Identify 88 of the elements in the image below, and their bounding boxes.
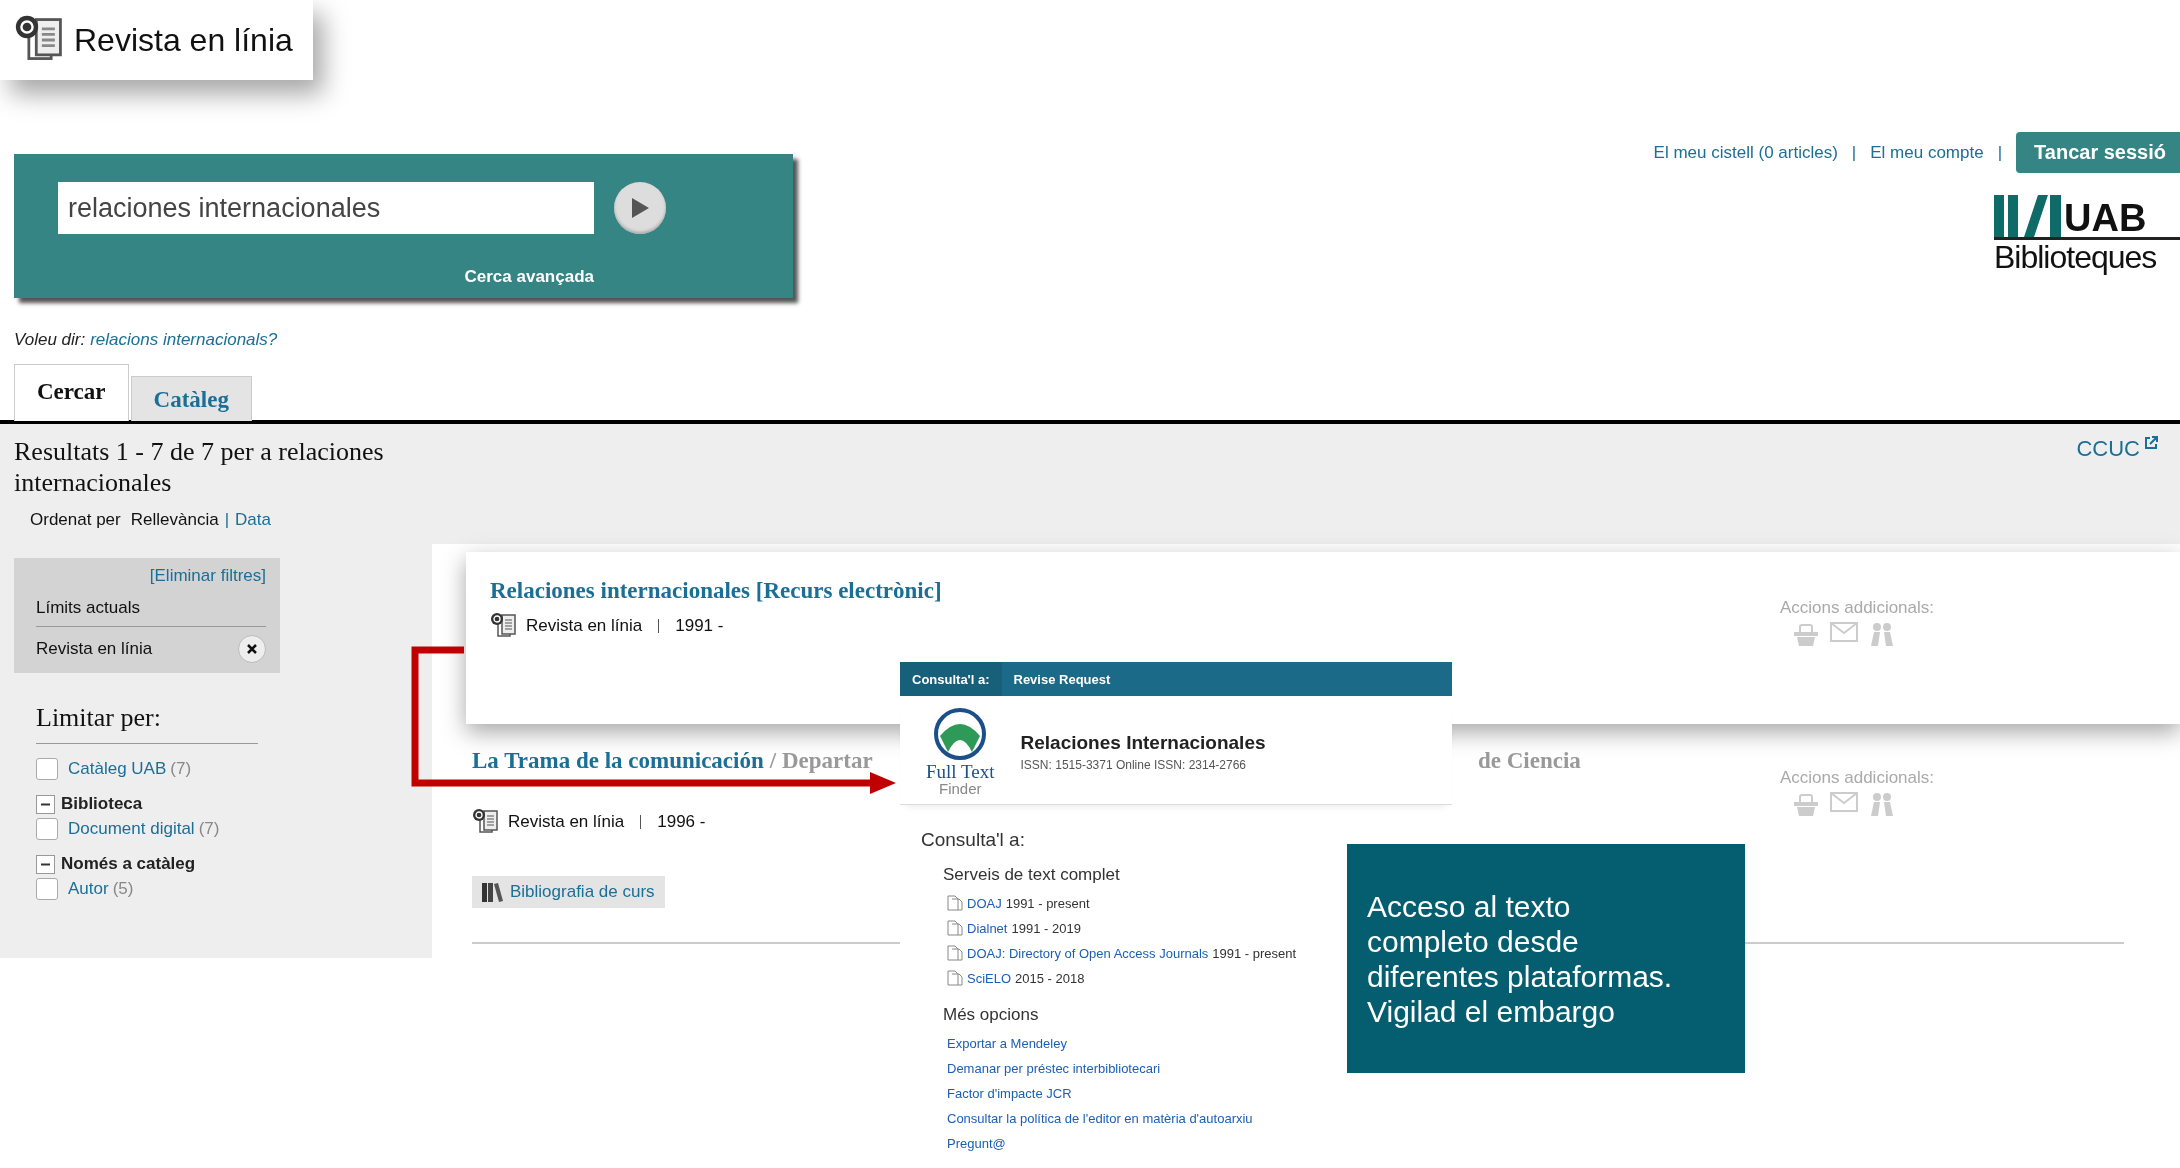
envelope-icon[interactable] (1830, 792, 1858, 812)
play-icon (629, 196, 651, 220)
date-label: 1996 - (657, 812, 706, 832)
envelope-icon[interactable] (1830, 622, 1858, 642)
separator: | (224, 510, 230, 530)
format-label: Revista en línia (526, 616, 643, 636)
option-link[interactable]: Exportar a Mendeley (947, 1036, 1067, 1051)
coverage-range: 2015 - 2018 (1015, 970, 1085, 986)
search-field[interactable]: relaciones internacionales (58, 182, 594, 234)
facet-count: (7) (170, 759, 192, 779)
coverage-range: 1991 - present (1005, 895, 1090, 911)
result-author: de Ciencia (1478, 748, 1582, 774)
section-title: Consulta'l a: (921, 829, 1026, 851)
limit-label: Revista en línia (36, 639, 153, 659)
results-summary: Resultats 1 - 7 de 7 per a relaciones internacionales (14, 436, 385, 498)
popup-tab[interactable]: Consulta'l a: (900, 662, 1002, 696)
online-journal-icon (490, 612, 518, 640)
format-label: Revista en línia (508, 812, 625, 832)
actions-label: Accions addicionals: (1780, 598, 1936, 618)
sort-option[interactable]: Data (235, 510, 271, 530)
basket-icon[interactable] (1792, 792, 1820, 818)
popup-tab[interactable]: Revise Request (1001, 662, 1123, 696)
logout-button[interactable]: Tancar sessió (2016, 132, 2180, 173)
date-label: 1991 - (675, 616, 724, 636)
source-link[interactable]: DOAJ: Directory of Open Access Journals (967, 945, 1209, 961)
limits-title: Límits actuals (36, 598, 266, 627)
suggestion-label: Voleu dir: (14, 330, 86, 350)
option-link[interactable]: Demanar per préstec interbibliotecari (947, 1061, 1161, 1076)
source-link[interactable]: DOAJ (967, 895, 1002, 911)
checkbox[interactable] (36, 758, 58, 780)
basket-icon[interactable] (1792, 622, 1820, 648)
remove-filter-button[interactable] (238, 635, 266, 663)
badge-label: Revista en línia (74, 21, 293, 59)
collapse-toggle[interactable] (36, 794, 55, 814)
document-icon (947, 920, 963, 936)
library-logo: UAB Biblioteques (1994, 195, 2180, 276)
tab[interactable]: Catàleg (130, 376, 252, 421)
result-author: / Departar (769, 748, 873, 773)
facet-link[interactable]: Catàleg UAB (68, 759, 167, 779)
option-link[interactable]: Consultar la política de l'editor en matèria d'autoarxiu (947, 1111, 1253, 1126)
close-icon (246, 643, 258, 655)
books-icon (482, 882, 504, 902)
actions-label: Accions addicionals: (1780, 768, 1936, 788)
result-title[interactable]: Relaciones internacionales [Recurs electrònic] (490, 578, 942, 603)
suggestion-link[interactable]: relacions internacionals? (90, 330, 278, 350)
document-icon (947, 945, 963, 961)
option-link[interactable]: Pregunt@ (947, 1136, 1006, 1151)
issn-text: ISSN: 1515-3371 Online ISSN: 2314-2766 (1020, 758, 1247, 772)
facet-link[interactable]: Document digital (68, 819, 195, 839)
checkbox[interactable] (36, 878, 58, 900)
coverage-range: 1991 - 2019 (1011, 920, 1081, 936)
external-catalog-link[interactable]: CCUC (2076, 436, 2158, 498)
facet-count: (5) (112, 879, 134, 899)
course-bibliography-button[interactable]: Bibliografia de curs (472, 876, 665, 908)
external-link-icon (2144, 436, 2158, 450)
advanced-search-link[interactable]: Cerca avançada (464, 267, 594, 298)
document-icon (947, 970, 963, 986)
callout-note: Acceso al texto completo desde diferentes plataformas. Vigilad el embargo (1347, 844, 1745, 1073)
facet-count: (7) (198, 819, 220, 839)
result-title[interactable]: La Trama de la comunicación (472, 748, 764, 773)
source-link[interactable]: SciELO (967, 970, 1012, 986)
facet-group-title: Biblioteca (61, 794, 143, 814)
tab[interactable]: Cercar (14, 364, 129, 421)
online-journal-icon (472, 808, 500, 836)
separator: | (1851, 142, 1857, 163)
facets-title: Limitar per: (36, 703, 258, 744)
account-link[interactable]: El meu cistell (0 articles) (1653, 142, 1838, 163)
collapse-toggle[interactable] (36, 854, 55, 874)
search-button[interactable] (614, 182, 666, 234)
people-icon[interactable] (1868, 792, 1896, 818)
sort-label: Ordenat per (30, 510, 121, 530)
sort-option[interactable]: Rellevància (130, 510, 219, 530)
journal-title: Relaciones Internacionales (1020, 732, 1266, 754)
coverage-range: 1991 - present (1212, 945, 1297, 961)
people-icon[interactable] (1868, 622, 1896, 648)
facet-link[interactable]: Autor (68, 879, 109, 899)
document-icon (947, 895, 963, 911)
books-logo-icon (1994, 195, 2062, 237)
full-text-finder-logo: Full Text Finder (926, 708, 995, 796)
separator: | (1997, 142, 2003, 163)
option-link[interactable]: Factor d'impacte JCR (947, 1086, 1072, 1101)
subsection-title: Serveis de text complet (943, 865, 1120, 885)
facet-group-title: Només a catàleg (61, 854, 196, 874)
clear-filters-link[interactable]: [Eliminar filtres] (149, 566, 266, 586)
account-link[interactable]: El meu compte (1870, 142, 1984, 163)
subsection-title: Més opcions (943, 1005, 1039, 1025)
source-link[interactable]: Dialnet (967, 920, 1008, 936)
checkbox[interactable] (36, 818, 58, 840)
